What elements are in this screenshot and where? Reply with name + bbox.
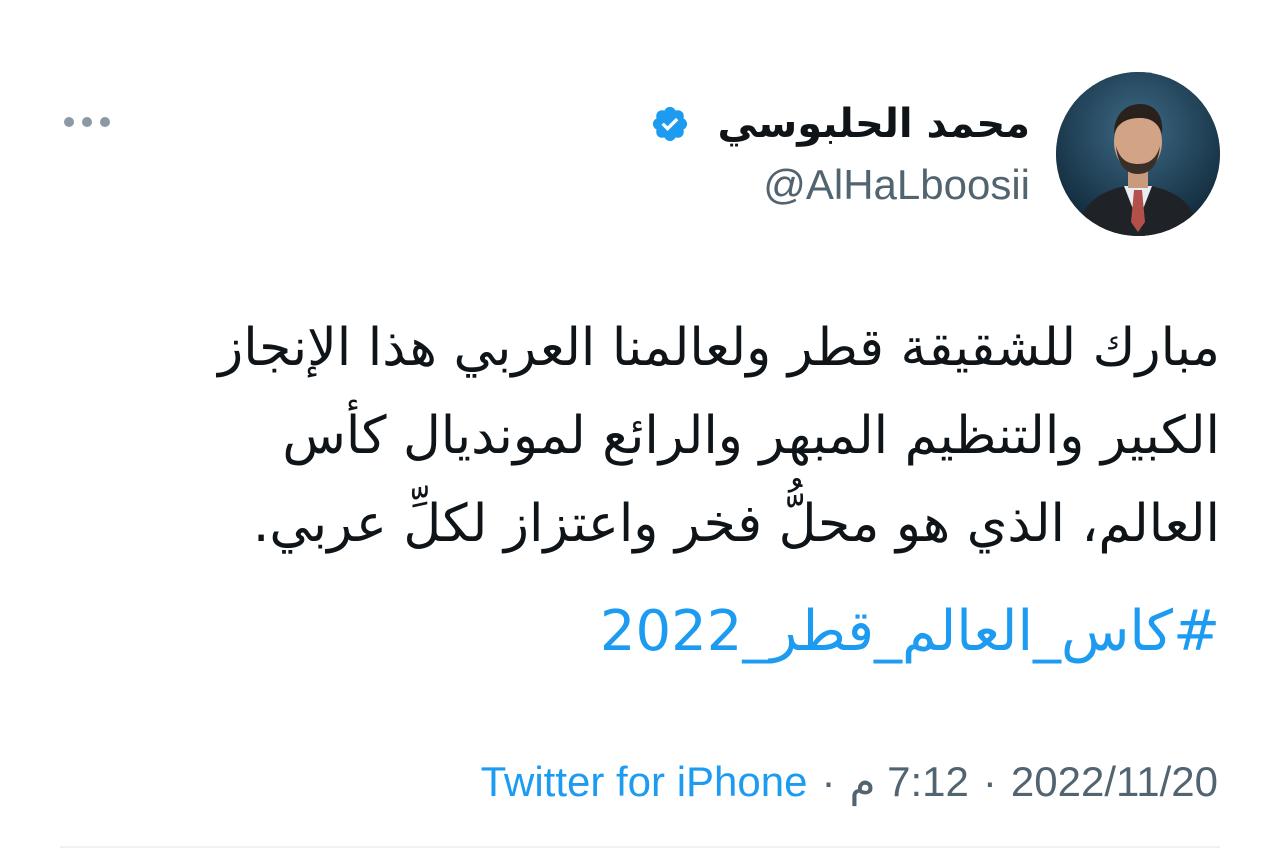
verified-badge-icon	[652, 106, 688, 142]
source-link[interactable]: Twitter for iPhone	[481, 754, 808, 810]
tweet-time[interactable]: 7:12 م	[849, 754, 968, 810]
avatar-portrait-icon	[1056, 72, 1220, 236]
author-handle[interactable]: @AlHaLboosii	[763, 158, 1030, 212]
dot	[100, 117, 110, 127]
tweet-text-line: الكبير والتنظيم المبهر والرائع لمونديال …	[282, 406, 1220, 466]
dot	[82, 117, 92, 127]
hashtag-link[interactable]: #كاس_العالم_قطر_2022	[600, 596, 1220, 668]
tweet-card: محمد الحلبوسي @AlHaLboosii مبارك للشقيقة…	[0, 0, 1280, 848]
author-name[interactable]: محمد الحلبوسي	[717, 96, 1030, 152]
tweet-text: مبارك للشقيقة قطر ولعالمنا العربي هذا ال…	[70, 304, 1220, 568]
avatar[interactable]	[1056, 72, 1220, 236]
separator-dot: ·	[821, 758, 836, 805]
dot	[64, 117, 74, 127]
separator-dot: ·	[982, 758, 997, 805]
tweet-meta: Twitter for iPhone · 7:12 م · 2022/11/20	[481, 754, 1218, 810]
tweet-date[interactable]: 2022/11/20	[1011, 754, 1218, 810]
tweet-text-line: مبارك للشقيقة قطر ولعالمنا العربي هذا ال…	[218, 318, 1220, 378]
more-dots-icon[interactable]	[64, 112, 110, 132]
tweet-text-line: العالم، الذي هو محلُّ فخر واعتزاز لكلِّ …	[252, 494, 1220, 554]
